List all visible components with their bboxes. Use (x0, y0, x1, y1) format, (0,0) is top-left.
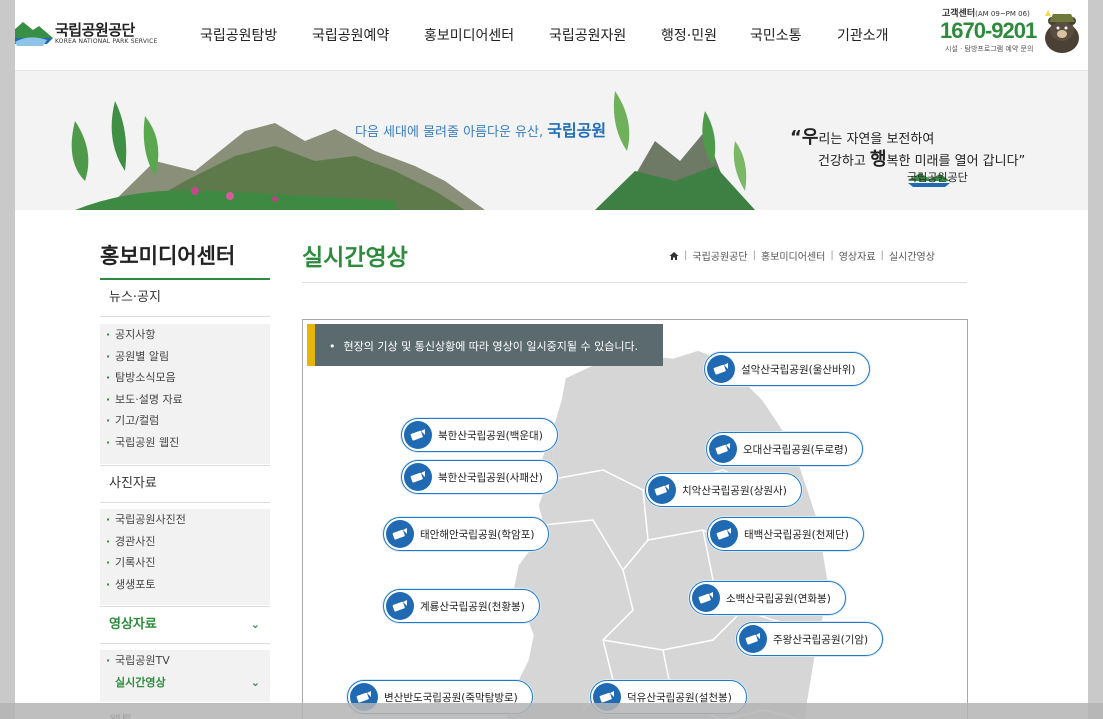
gnb-item-about[interactable]: 기관소개 (837, 25, 889, 45)
quote-line2-big: 행 (869, 149, 887, 170)
camera-button-taebaeksan[interactable]: 태백산국립공원(천제단) (707, 517, 864, 551)
cs-phone-number: 1670-9201 (940, 18, 1037, 43)
camera-button-seoraksan[interactable]: 설악산국립공원(울산바위) (704, 352, 871, 386)
quote-line2-rest: 복한 미래를 열어 갑니다” (886, 154, 1026, 169)
camera-icon (713, 363, 728, 375)
lnb-category-label: 사진자료 (109, 476, 157, 491)
quote-line1-big: “우 (790, 127, 819, 148)
camera-button-gyeryongsan[interactable]: 계룡산국립공원(천황봉) (383, 589, 540, 623)
lnb-item-park-alerts[interactable]: 공원별 알림 (100, 346, 270, 368)
banner-slogan-strong: 국립공원 (547, 121, 607, 140)
camera-label: 북한산국립공원(사패산) (438, 471, 543, 484)
notice-banner: 현장의 기상 및 통신상황에 따라 영상이 일시중지될 수 있습니다. (307, 324, 663, 366)
camera-icon (410, 471, 425, 483)
lnb-item-live-photo[interactable]: 생생포토 (100, 574, 270, 596)
live-camera-map: 현장의 기상 및 통신상황에 따라 영상이 일시중지될 수 있습니다. 설악산국… (302, 319, 968, 719)
lnb-category-label: 뉴스·공지 (109, 290, 161, 305)
page: 국립공원공단 KOREA NATIONAL PARK SERVICE 국립공원탐… (15, 0, 1088, 719)
lnb-item-column[interactable]: 기고/컬럼 (100, 410, 270, 432)
lnb-category-label: 영상자료 (109, 617, 157, 632)
breadcrumb-item[interactable]: 국립공원공단 (692, 248, 747, 263)
camera-label: 설악산국립공원(울산바위) (741, 363, 856, 376)
lnb-title: 홍보미디어센터 (100, 244, 236, 268)
lnb-item-park-tv[interactable]: 국립공원TV (100, 650, 270, 672)
camera-icon (716, 528, 731, 540)
camera-button-sobaeksan[interactable]: 소백산국립공원(연화봉) (689, 581, 846, 615)
chevron-down-icon: ⌄ (250, 675, 260, 689)
lnb-item-notice[interactable]: 공지사항 (100, 324, 270, 346)
camera-label: 태백산국립공원(천제단) (744, 528, 849, 541)
lnb-item-landscape[interactable]: 경관사진 (100, 531, 270, 553)
camera-button-bukhansan-sapaesan[interactable]: 북한산국립공원(사패산) (401, 460, 558, 494)
camera-icon (654, 484, 669, 496)
gnb-item-civil-service[interactable]: 행정·민원 (661, 25, 717, 45)
breadcrumb-item[interactable]: 홍보미디어센터 (761, 248, 825, 263)
camera-icon (599, 691, 614, 703)
gnb-item-media-center[interactable]: 홍보미디어센터 (424, 25, 514, 45)
camera-icon (392, 528, 407, 540)
quote-line2-prefix: 건강하고 (818, 154, 870, 169)
cs-note: 시설 · 탐방프로그램 예약 문의 (945, 45, 1034, 53)
site-header: 국립공원공단 KOREA NATIONAL PARK SERVICE 국립공원탐… (15, 0, 1088, 71)
home-icon[interactable] (669, 251, 679, 261)
banner-slogan-prefix: 다음 세대에 물려줄 아름다운 유산, (355, 125, 544, 140)
chevron-down-icon: ⌄ (250, 618, 260, 631)
camera-label: 계룡산국립공원(천황봉) (420, 600, 525, 613)
mountain-logo-icon (15, 22, 53, 46)
camera-button-juwangsan[interactable]: 주왕산국립공원(기암) (736, 622, 884, 656)
lnb-item-webzine[interactable]: 국립공원 웹진 (100, 432, 270, 454)
page-title: 실시간영상 (302, 245, 408, 271)
lnb-item-visit-news[interactable]: 탐방소식모음 (100, 367, 270, 389)
lnb-category-video[interactable]: 영상자료 ⌄ (100, 606, 270, 644)
camera-button-taean[interactable]: 태안해안국립공원(학암포) (383, 517, 550, 551)
camera-button-chiaksan[interactable]: 치악산국립공원(상원사) (645, 473, 802, 507)
camera-label: 덕유산국립공원(설천봉) (627, 691, 732, 704)
lnb-sub-photos: 국립공원사진전 경관사진 기록사진 생생포토 (100, 509, 270, 605)
lnb-category-photos[interactable]: 사진자료 (100, 465, 270, 503)
camera-label: 변산반도국립공원(죽막탐방로) (384, 691, 518, 704)
hero-banner: 다음 세대에 물려줄 아름다운 유산, 국립공원 “우리는 자연을 보전하여 건… (15, 71, 1088, 210)
lnb-item-press[interactable]: 보도·설명 자료 (100, 389, 270, 411)
bear-mascot-icon (1045, 10, 1079, 53)
gnb-item-explore[interactable]: 국립공원탐방 (200, 25, 277, 45)
camera-icon (392, 600, 407, 612)
lnb-item-archive[interactable]: 기록사진 (100, 552, 270, 574)
camera-label: 치악산국립공원(상원사) (682, 484, 787, 497)
camera-label: 태안해안국립공원(학암포) (420, 528, 535, 541)
lnb-category-webtoon[interactable]: 웹툰 (100, 703, 270, 719)
banner-logo-text: 국립공원공단 (907, 171, 968, 184)
breadcrumb-item[interactable]: 실시간영상 (889, 248, 935, 263)
gnb-item-resources[interactable]: 국립공원자원 (549, 25, 626, 45)
lnb-item-live-video-label: 실시간영상 (115, 675, 166, 689)
lnb-sub-video: 국립공원TV 실시간영상 ⌄ (100, 650, 270, 702)
camera-label: 북한산국립공원(백운대) (438, 429, 543, 442)
camera-label: 오대산국립공원(두로령) (743, 443, 848, 456)
camera-button-odaesan[interactable]: 오대산국립공원(두로령) (706, 432, 863, 466)
site-logo[interactable]: 국립공원공단 KOREA NATIONAL PARK SERVICE (15, 16, 163, 52)
camera-icon (698, 592, 713, 604)
camera-icon (356, 691, 371, 703)
lnb-category-news[interactable]: 뉴스·공지 (100, 280, 270, 317)
lnb-sub-news: 공지사항 공원별 알림 탐방소식모음 보도·설명 자료 기고/컬럼 국립공원 웹… (100, 324, 270, 464)
logo-title: 국립공원공단 (55, 21, 135, 39)
camera-button-byeonsanbando[interactable]: 변산반도국립공원(죽막탐방로) (347, 680, 533, 714)
camera-label: 주왕산국립공원(기암) (773, 633, 869, 646)
camera-icon (715, 443, 730, 455)
lnb-category-label: 웹툰 (109, 714, 133, 719)
title-divider (302, 282, 967, 283)
cs-hours: (AM 09~PM 06) (975, 10, 1030, 18)
notice-text: 현장의 기상 및 통신상황에 따라 영상이 일시중지될 수 있습니다. (329, 338, 639, 354)
camera-button-deogyusan[interactable]: 덕유산국립공원(설천봉) (590, 680, 747, 714)
lnb-item-live-video[interactable]: 실시간영상 ⌄ (100, 672, 270, 694)
camera-icon (745, 633, 760, 645)
camera-button-bukhansan-baegundae[interactable]: 북한산국립공원(백운대) (401, 418, 558, 452)
camera-icon (410, 429, 425, 441)
camera-label: 소백산국립공원(연화봉) (726, 592, 831, 605)
gnb-item-communication[interactable]: 국민소통 (750, 25, 802, 45)
logo-subtitle: KOREA NATIONAL PARK SERVICE (55, 38, 158, 45)
gnb-item-reservation[interactable]: 국립공원예약 (312, 25, 389, 45)
breadcrumb: | 국립공원공단 | 홍보미디어센터 | 영상자료 | 실시간영상 (669, 248, 935, 263)
lnb-item-photo-contest[interactable]: 국립공원사진전 (100, 509, 270, 531)
breadcrumb-item[interactable]: 영상자료 (839, 248, 876, 263)
